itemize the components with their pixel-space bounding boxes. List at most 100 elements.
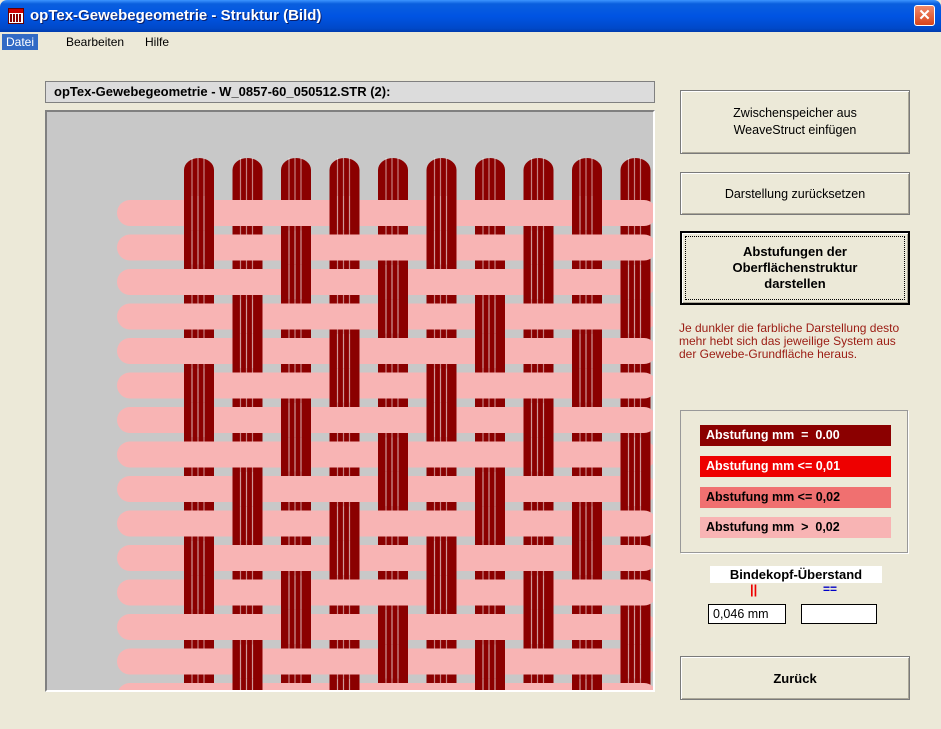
window-title: opTex-Gewebegeometrie - Struktur (Bild) <box>30 7 322 24</box>
warp-float <box>426 541 457 575</box>
warp-float <box>475 644 505 679</box>
warp-float <box>378 472 408 506</box>
warp-head <box>184 158 214 182</box>
menu-hilfe[interactable]: Hilfe <box>141 34 173 50</box>
warp-overhang-field[interactable]: 0,046 mm <box>708 604 786 624</box>
paste-button-line2: WeaveStruct einfügen <box>733 123 857 137</box>
warp-float <box>572 541 602 575</box>
warp-float <box>281 265 311 299</box>
warp-float <box>572 368 602 403</box>
warp-float <box>378 265 408 299</box>
warp-float <box>184 403 214 437</box>
show-gradations-button[interactable]: Abstufungen der Oberflächenstruktur darste… <box>680 231 910 305</box>
reset-display-button[interactable]: Darstellung zurücksetzen <box>680 172 910 215</box>
warp-float <box>281 575 311 610</box>
back-button-label: Zurück <box>773 670 817 686</box>
menu-datei[interactable]: Datei <box>2 34 39 50</box>
warp-float <box>523 403 554 437</box>
warp-float <box>184 230 214 265</box>
warp-float <box>329 334 360 368</box>
warp-head <box>572 158 602 182</box>
warp-float <box>572 679 602 690</box>
warp-float <box>475 506 505 541</box>
app-icon <box>8 8 24 24</box>
gradation-legend: Abstufung mm = 0.00 Abstufung mm <= 0,01… <box>680 410 908 553</box>
warp-float <box>523 230 554 265</box>
warp-float <box>232 506 263 541</box>
warp-float <box>329 368 360 403</box>
back-button[interactable]: Zurück <box>680 656 910 700</box>
warp-float <box>232 644 263 679</box>
warp-float <box>281 230 311 265</box>
weft-overhang-field[interactable] <box>801 604 877 624</box>
gradations-line2: Oberflächenstruktur <box>732 260 858 275</box>
weave-structure-image <box>45 110 655 692</box>
warp-float <box>184 575 214 610</box>
warp-float <box>523 575 554 610</box>
warp-float <box>232 299 263 334</box>
warp-float <box>426 403 457 437</box>
warp-head <box>475 158 505 182</box>
warp-float <box>572 506 602 541</box>
warp-float <box>378 610 408 644</box>
warp-head <box>232 158 263 182</box>
warp-float <box>475 679 505 690</box>
paste-button-line1: Zwischenspeicher aus <box>733 106 857 120</box>
warp-head <box>620 158 651 182</box>
warp-float <box>572 334 602 368</box>
warp-float <box>475 472 505 506</box>
warp-float <box>426 368 457 403</box>
paste-from-weavestruct-button[interactable]: Zwischenspeicher aus WeaveStruct einfügen <box>680 90 910 154</box>
warp-symbol: || <box>750 582 758 597</box>
warp-float <box>281 403 311 437</box>
structure-caption: opTex-Gewebegeometrie - W_0857-60_050512… <box>45 81 655 103</box>
warp-float <box>281 437 311 472</box>
warp-float <box>523 610 554 644</box>
weft-symbol: == <box>823 582 838 596</box>
warp-float <box>184 196 214 230</box>
warp-head <box>378 158 408 182</box>
warp-float <box>329 506 360 541</box>
menu-bearbeiten[interactable]: Bearbeiten <box>62 34 128 50</box>
close-button[interactable]: ✕ <box>914 5 935 26</box>
warp-float <box>232 679 263 690</box>
warp-float <box>426 575 457 610</box>
legend-item-3: Abstufung mm > 0,02 <box>700 517 891 538</box>
warp-float <box>620 265 651 299</box>
warp-float <box>620 299 651 334</box>
gradation-info-text: Je dunkler die farbliche Darstellung des… <box>679 321 900 361</box>
warp-head <box>281 158 311 182</box>
legend-item-1: Abstufung mm <= 0,01 <box>700 456 891 477</box>
warp-float <box>232 334 263 368</box>
warp-float <box>523 437 554 472</box>
legend-item-0: Abstufung mm = 0.00 <box>700 425 891 446</box>
reset-button-label: Darstellung zurücksetzen <box>724 186 866 201</box>
warp-float <box>281 610 311 644</box>
warp-head <box>523 158 554 182</box>
warp-float <box>620 472 651 506</box>
gradations-line3: darstellen <box>764 276 826 291</box>
warp-float <box>184 541 214 575</box>
warp-float <box>184 368 214 403</box>
binding-head-title: Bindekopf-Überstand <box>710 566 882 583</box>
title-bar: opTex-Gewebegeometrie - Struktur (Bild) … <box>0 0 941 32</box>
weave-drawing <box>47 112 653 690</box>
warp-float <box>572 196 602 230</box>
warp-float <box>620 610 651 644</box>
warp-float <box>378 644 408 679</box>
warp-float <box>475 334 505 368</box>
warp-float <box>620 644 651 679</box>
main-window: opTex-Gewebegeometrie - Struktur (Bild) … <box>0 0 941 729</box>
warp-float <box>329 679 360 690</box>
menu-bar: Datei Bearbeiten Hilfe <box>0 32 941 52</box>
warp-float <box>475 299 505 334</box>
warp-float <box>329 196 360 230</box>
warp-head <box>329 158 360 182</box>
warp-float <box>329 541 360 575</box>
warp-float <box>378 437 408 472</box>
warp-float <box>620 437 651 472</box>
warp-float <box>378 299 408 334</box>
warp-float <box>232 472 263 506</box>
gradations-line1: Abstufungen der <box>742 244 847 259</box>
legend-item-2: Abstufung mm <= 0,02 <box>700 487 891 508</box>
